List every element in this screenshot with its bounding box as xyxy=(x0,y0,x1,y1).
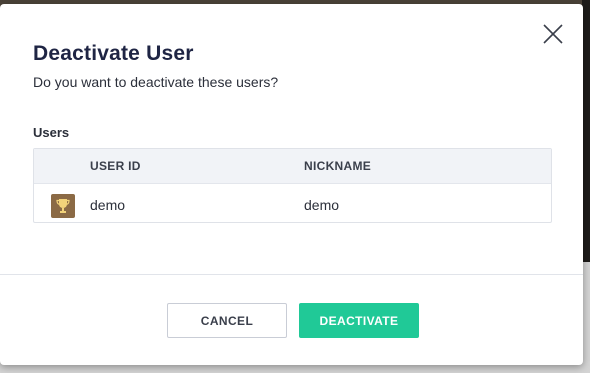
table-header: USER ID NICKNAME xyxy=(34,149,551,184)
close-icon xyxy=(543,24,563,44)
cell-user-id: demo xyxy=(90,197,126,213)
avatar xyxy=(51,194,75,218)
deactivate-user-dialog: Deactivate User Do you want to deactivat… xyxy=(0,4,583,365)
background-edge xyxy=(582,0,590,262)
cancel-button[interactable]: CANCEL xyxy=(167,303,287,338)
users-table: USER ID NICKNAME demo demo xyxy=(33,148,552,223)
table-row: demo demo xyxy=(34,184,551,222)
footer-divider xyxy=(0,274,583,275)
column-header-user-id: USER ID xyxy=(90,159,141,173)
trophy-icon xyxy=(56,199,70,213)
cell-nickname: demo xyxy=(304,197,340,213)
dialog-title: Deactivate User xyxy=(33,42,194,65)
users-section-label: Users xyxy=(33,125,70,140)
column-header-nickname: NICKNAME xyxy=(304,159,372,173)
dialog-subtitle: Do you want to deactivate these users? xyxy=(33,74,279,90)
deactivate-button[interactable]: DEACTIVATE xyxy=(299,303,419,338)
close-button[interactable] xyxy=(541,22,565,46)
